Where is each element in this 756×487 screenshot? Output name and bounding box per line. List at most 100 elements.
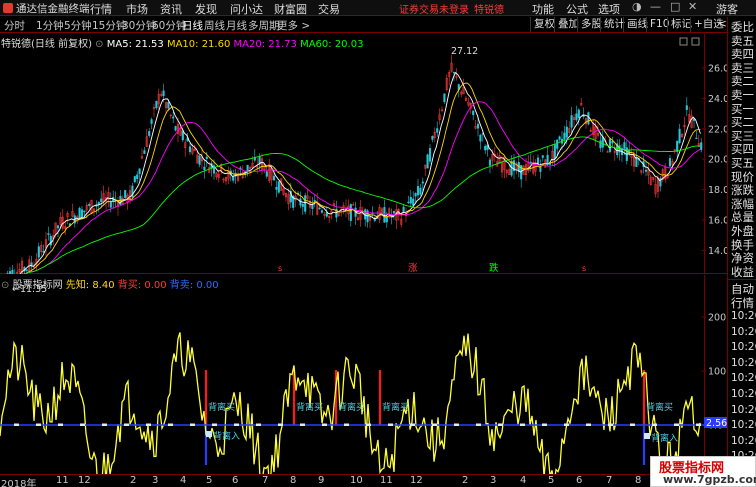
high-label: 27.12: [451, 46, 478, 57]
candle-body: [565, 126, 568, 138]
candle-body: [488, 159, 492, 166]
divergence-buy-label: 背离买: [208, 401, 235, 413]
menu-gongneng[interactable]: 功能: [532, 1, 554, 17]
divergence-buy-label: 背离买: [338, 401, 365, 413]
zero-marker: [190, 423, 195, 426]
maximize-icon[interactable]: □: [670, 0, 680, 13]
candle-body: [644, 169, 648, 172]
candle-body: [349, 204, 352, 221]
candle-body: [383, 207, 386, 223]
period-weekly[interactable]: 周线: [204, 18, 225, 33]
period-multi[interactable]: 多周期: [248, 18, 280, 33]
price-tick-label: 22.00: [708, 124, 727, 135]
guest-label[interactable]: 游客: [716, 1, 738, 17]
menu-jiaoyi[interactable]: 交易: [318, 1, 340, 17]
date-tick-label: 5: [206, 475, 213, 486]
indicator-chart[interactable]: 200.0100.00.0-100.02.56 背离买背离买背离买背离买背离买背…: [0, 275, 727, 474]
period-5min[interactable]: 5分钟: [64, 18, 92, 33]
candle-body: [563, 132, 566, 140]
candle-body: [392, 211, 396, 214]
indicator-xianzhi: 先知: 8.40: [65, 280, 115, 291]
candle-body: [49, 236, 52, 246]
period-monthly[interactable]: 月线: [226, 18, 247, 33]
candle-body: [601, 136, 604, 148]
marker-s1: s: [278, 264, 282, 273]
marker-die: 跌: [489, 262, 499, 274]
zero-marker: [14, 423, 19, 426]
date-tick-label: 7: [262, 475, 269, 486]
indicator-beimai-sell: 背卖: 0.00: [169, 280, 219, 291]
minimize-icon[interactable]: —: [650, 0, 661, 13]
date-tick-label: 8: [635, 475, 642, 486]
enter-marker-icon: [206, 431, 212, 437]
price-chart[interactable]: 26.0024.0022.0020.0018.0016.0014.0012.00…: [0, 34, 727, 274]
candle-body: [318, 207, 321, 210]
candle-body: [472, 110, 475, 115]
ma5-line: [19, 71, 701, 274]
zero-marker: [366, 423, 371, 426]
candle-body: [611, 141, 614, 144]
indicator-tick-label: 200.0: [708, 313, 727, 324]
period-more[interactable]: 更多 >: [277, 18, 310, 33]
candle-body: [124, 190, 127, 199]
zero-marker: [608, 423, 613, 426]
zero-marker: [322, 423, 327, 426]
zero-marker: [234, 423, 239, 426]
menu-shichang[interactable]: 市场: [126, 1, 148, 17]
skin-icon[interactable]: ◑: [632, 0, 642, 13]
date-tick-label: 3: [152, 475, 159, 486]
divergence-enter-label: 背离入: [213, 430, 240, 442]
zero-marker: [410, 423, 415, 426]
divergence-enter-label: 背离入: [651, 432, 678, 444]
price-tick-label: 24.00: [708, 94, 727, 105]
candle-body: [265, 171, 268, 177]
candle-body: [109, 200, 112, 208]
date-tick-label: 11: [56, 475, 69, 486]
candle-body: [558, 136, 561, 140]
market-label[interactable]: 行情: [731, 295, 754, 311]
chart-title: 特锐德(日线 前复权): [1, 39, 92, 50]
date-tick-label: 12: [78, 475, 91, 486]
login-warning[interactable]: 证券交易未登录: [399, 1, 469, 16]
candle-body: [83, 210, 86, 213]
menu-caifuquan[interactable]: 财富圈: [274, 1, 307, 17]
candle-body: [136, 174, 139, 179]
candle-body: [409, 197, 412, 204]
collapse-panel-button[interactable]: <: [718, 17, 727, 32]
menu-xuanxiang[interactable]: 选项: [598, 1, 620, 17]
info-toggle-icon[interactable]: ⊙: [95, 39, 103, 50]
menu-gongshi[interactable]: 公式: [566, 1, 588, 17]
price-tick-label: 18.00: [708, 185, 727, 196]
candle-body: [402, 206, 405, 213]
candle-body: [414, 193, 417, 197]
zero-marker: [146, 423, 151, 426]
candle-body: [577, 109, 580, 119]
candle-body: [277, 181, 280, 193]
trade-time: 10:26: [731, 372, 756, 385]
menu-zixun[interactable]: 资讯: [160, 1, 182, 17]
zero-marker: [344, 423, 349, 426]
candle-body: [155, 101, 158, 109]
candle-body: [172, 116, 175, 119]
close-icon[interactable]: ✕: [688, 0, 697, 13]
candle-body: [301, 203, 304, 207]
candle-body: [676, 140, 679, 152]
candle-body: [412, 198, 415, 206]
period-toolbar: 分时 1分钟 5分钟 15分钟 30分钟 60分钟 日线 周线 月线 多周期 更…: [0, 17, 727, 33]
period-fenshi[interactable]: 分时: [4, 18, 25, 33]
period-1min[interactable]: 1分钟: [36, 18, 64, 33]
date-tick-label: 4: [520, 475, 527, 486]
menu-wenxiaoda[interactable]: 问小达: [230, 1, 263, 17]
marker-zhang: 涨: [408, 263, 418, 274]
menu-faxian[interactable]: 发现: [195, 1, 217, 17]
candle-body: [443, 93, 446, 103]
candle-body: [385, 216, 388, 223]
candle-body: [608, 138, 612, 152]
trade-time: 10:26: [731, 434, 756, 447]
menu-hangqing[interactable]: 行情: [90, 1, 112, 17]
ma20-label: MA20: 21.73: [233, 39, 297, 50]
candle-body: [570, 115, 573, 128]
indicator-toggle-icon[interactable]: ⊙: [1, 280, 9, 291]
zoom-controls[interactable]: [679, 37, 700, 46]
period-daily[interactable]: 日线: [182, 18, 203, 33]
